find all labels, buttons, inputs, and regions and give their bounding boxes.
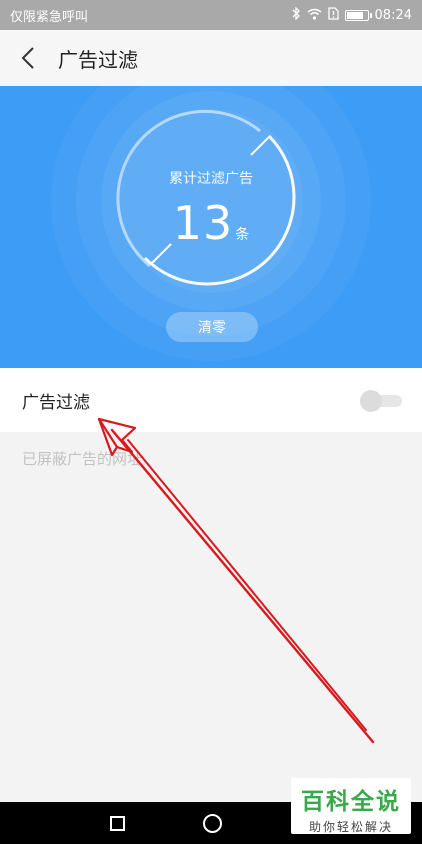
counter-number: 13: [172, 196, 234, 250]
ad-filter-row[interactable]: 广告过滤: [0, 368, 422, 432]
counter-label: 累计过滤广告: [169, 171, 253, 187]
wifi-icon: [307, 8, 322, 23]
sim-alert-icon: [327, 7, 339, 23]
carrier-text: 仅限紧急呼叫: [10, 9, 89, 25]
counter-value-group: 13 条: [173, 196, 250, 250]
ad-filter-label: 广告过滤: [22, 392, 90, 413]
watermark-sub: 助你轻松解决: [308, 820, 393, 834]
counter-unit: 条: [235, 227, 250, 243]
home-icon[interactable]: [203, 814, 222, 833]
page-title: 广告过滤: [58, 47, 138, 72]
bluetooth-icon: [291, 6, 301, 23]
status-bar: 仅限紧急呼叫 08:24: [0, 0, 422, 30]
watermark-main: 百科全说: [301, 789, 401, 815]
filter-summary-panel: 累计过滤广告 13 条 清零: [0, 86, 422, 368]
toggle-knob: [360, 390, 382, 412]
status-icons: 08:24: [291, 6, 412, 23]
blocked-list-heading: 已屏蔽广告的网址: [22, 450, 143, 468]
battery-icon: [344, 9, 372, 21]
app-bar: 广告过滤: [0, 30, 422, 86]
ad-counter: 累计过滤广告 13 条: [0, 168, 422, 250]
watermark-logo: 百科全说 助你轻松解决: [291, 778, 411, 834]
recent-apps-icon[interactable]: [110, 816, 125, 831]
ad-filter-toggle[interactable]: [360, 390, 402, 412]
clear-button[interactable]: 清零: [166, 312, 258, 342]
chevron-left-icon[interactable]: [16, 46, 40, 70]
status-time: 08:24: [374, 7, 412, 23]
battery-level: [346, 11, 363, 19]
